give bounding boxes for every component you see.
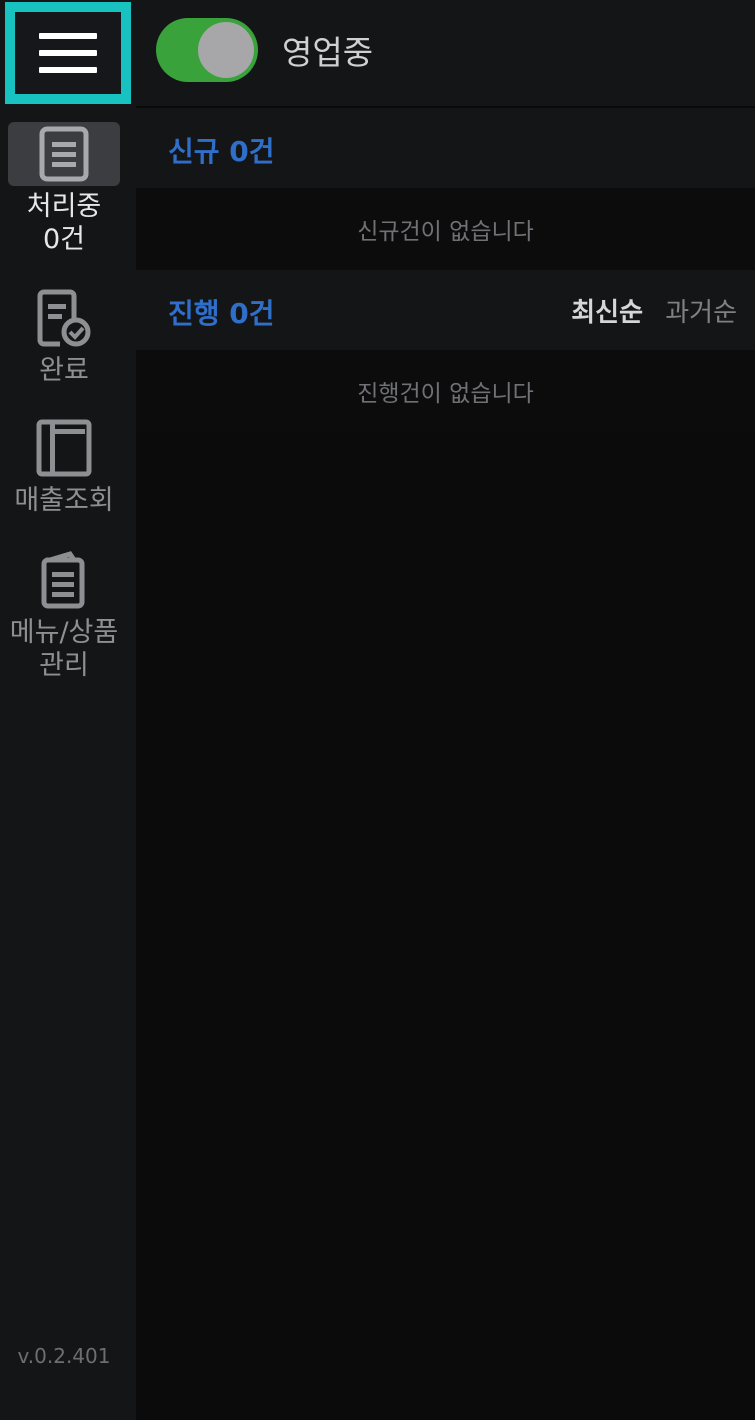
sidebar-item-label: 완료 — [39, 355, 89, 386]
sidebar-item-label: 매출조회 — [14, 485, 114, 516]
sidebar-item-label: 메뉴/상품 관리 — [9, 617, 119, 681]
new-orders-empty-message: 신규건이 없습니다 — [136, 188, 755, 270]
in-progress-empty-message: 진행건이 없습니다 — [136, 350, 755, 432]
open-status-label: 영업중 — [282, 33, 374, 72]
notepad-icon — [8, 548, 120, 612]
sidebar-item-completed[interactable]: 완료 — [0, 286, 128, 387]
sidebar-item-label: 처리중 0건 — [26, 191, 102, 255]
new-orders-title: 신규 0건 — [168, 135, 275, 168]
sidebar-item-sales[interactable]: 매출조회 — [0, 416, 128, 517]
top-header: 영업중 — [136, 0, 755, 108]
hamburger-menu-icon — [39, 33, 97, 73]
open-status-toggle[interactable] — [156, 18, 258, 82]
menu-button[interactable] — [5, 2, 131, 104]
document-check-icon — [8, 286, 120, 350]
in-progress-title: 진행 0건 — [168, 297, 275, 330]
in-progress-header: 진행 0건 최신순 과거순 — [136, 270, 755, 350]
document-list-icon — [8, 122, 120, 186]
app-version: v.0.2.401 — [17, 1344, 111, 1368]
app-root: 처리중 0건 완료 매출조회 메뉴/상품 관리 v.0.2.401 영업중 신규… — [0, 0, 755, 1420]
sidebar-item-menu-management[interactable]: 메뉴/상품 관리 — [0, 548, 128, 682]
sidebar: 처리중 0건 완료 매출조회 메뉴/상품 관리 v.0.2.401 — [0, 0, 137, 1420]
ledger-book-icon — [8, 416, 120, 480]
sort-latest-button[interactable]: 최신순 — [571, 292, 643, 329]
toggle-knob — [198, 22, 254, 78]
new-orders-header: 신규 0건 — [136, 108, 755, 188]
sort-oldest-button[interactable]: 과거순 — [665, 292, 737, 329]
sidebar-item-processing[interactable]: 처리중 0건 — [0, 122, 128, 256]
